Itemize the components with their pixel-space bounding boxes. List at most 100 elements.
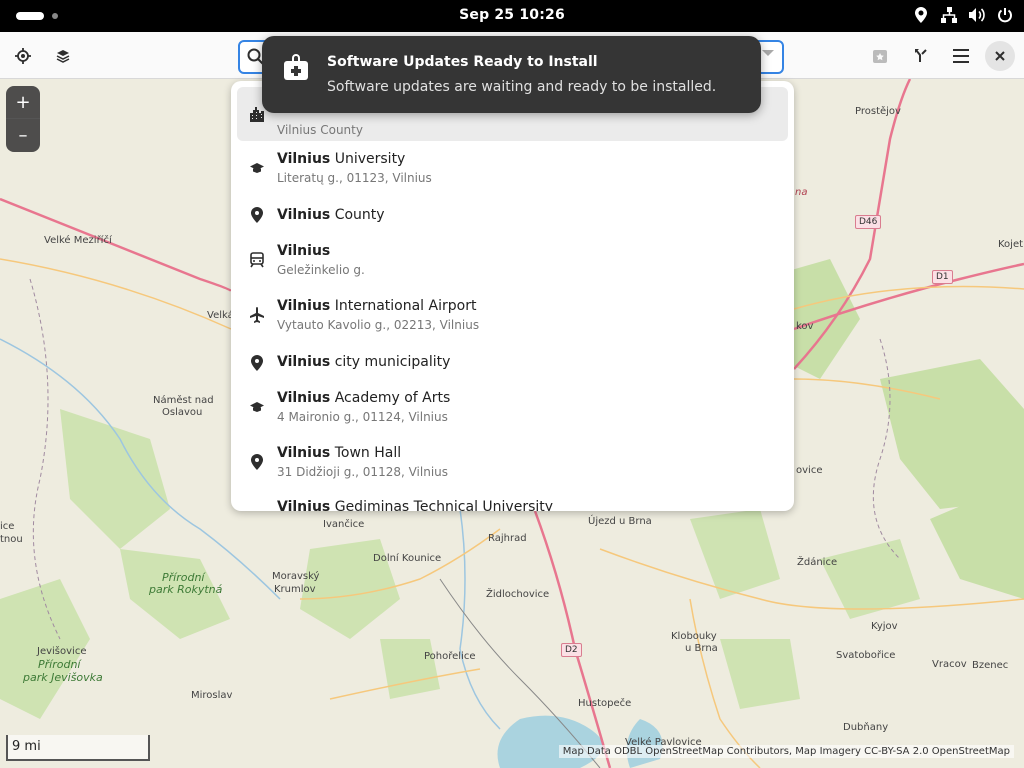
favorites-button[interactable] <box>864 40 896 72</box>
result-title-match: Vilnius <box>277 445 331 461</box>
layers-button[interactable] <box>47 40 79 72</box>
map-label: Újezd u Brna <box>588 516 652 527</box>
map-scale: 9 mi <box>6 735 150 761</box>
result-title: Academy of Arts <box>330 390 451 406</box>
result-subtitle: Vilnius County <box>277 123 363 137</box>
train-icon <box>249 252 265 268</box>
system-tray[interactable] <box>912 6 1014 24</box>
map-label: Náměst nad <box>153 395 214 406</box>
map-label: Pohořelice <box>424 651 476 662</box>
map-label: ovice <box>796 465 823 476</box>
map-label: tnou <box>0 534 23 545</box>
map-label: kov <box>796 321 814 332</box>
map-label: ice <box>0 521 15 532</box>
search-result-item[interactable]: Vilnius Geležinkelio g. <box>237 235 788 287</box>
result-title-match: Vilnius <box>277 298 331 314</box>
map-label: Ždánice <box>797 557 838 568</box>
place-icon <box>249 207 265 223</box>
result-title: International Airport <box>330 298 477 314</box>
result-subtitle: Vytauto Kavolio g., 02213, Vilnius <box>277 318 480 332</box>
map-label: park Jevišovka <box>23 671 103 684</box>
result-subtitle: 31 Didžioji g., 01128, Vilnius <box>277 465 449 479</box>
place-icon <box>249 454 265 470</box>
volume-icon <box>968 6 986 24</box>
result-title-match: Vilnius <box>277 207 331 223</box>
map-label: Prostějov <box>855 106 901 117</box>
result-title-match: Vilnius <box>277 151 331 167</box>
map-label: Velká <box>207 310 234 321</box>
notification-banner[interactable]: Software Updates Ready to Install Softwa… <box>262 36 761 113</box>
locate-icon <box>15 48 31 64</box>
notification-body: Software updates are waiting and ready t… <box>327 79 717 95</box>
road-sign: D2 <box>561 643 582 657</box>
road-sign: D46 <box>855 215 882 229</box>
result-subtitle: Literatų g., 01123, Vilnius <box>277 171 432 185</box>
power-icon <box>996 6 1014 24</box>
map-label: Oslavou <box>162 407 203 418</box>
zoom-controls: + – <box>6 86 40 152</box>
map-label: park Rokytná <box>149 583 223 596</box>
map-label: Klobouky <box>671 631 717 642</box>
result-title-match: Vilnius <box>277 243 331 259</box>
result-title: University <box>330 151 406 167</box>
road-sign: D1 <box>932 270 953 284</box>
search-result-item[interactable]: Vilnius International Airport Vytauto Ka… <box>237 290 788 342</box>
zoom-in-button[interactable]: + <box>6 86 40 119</box>
search-result-item[interactable]: Vilnius city municipality <box>237 345 788 381</box>
education-icon <box>249 494 265 510</box>
system-top-bar: Sep 25 10:26 <box>0 0 1024 32</box>
map-label: Dubňany <box>843 722 889 733</box>
result-title: Town Hall <box>330 445 402 461</box>
close-icon <box>995 51 1005 61</box>
location-icon <box>912 6 930 24</box>
map-label: Krumlov <box>274 584 316 595</box>
network-icon <box>940 6 958 24</box>
search-caret-icon <box>762 50 774 56</box>
search-result-item[interactable]: Vilnius County <box>237 197 788 233</box>
education-icon <box>249 160 265 176</box>
map-label: Kojet <box>998 239 1024 250</box>
favorites-icon <box>873 50 887 63</box>
map-label: Židlochovice <box>486 589 550 600</box>
result-title-match: Vilnius <box>277 354 331 370</box>
menu-icon <box>953 49 969 63</box>
result-subtitle: 4 Maironio g., 01124, Vilnius <box>277 410 448 424</box>
close-button[interactable] <box>985 41 1015 71</box>
map-label: Jevišovice <box>37 646 87 657</box>
city-icon <box>249 106 265 122</box>
notification-title: Software Updates Ready to Install <box>327 54 598 70</box>
education-icon <box>249 399 265 415</box>
map-label: Přírodní <box>38 658 81 671</box>
result-subtitle: Geležinkelio g. <box>277 263 365 277</box>
main-menu-button[interactable] <box>945 40 977 72</box>
airport-icon <box>249 307 265 323</box>
search-result-item[interactable]: Vilnius University Literatų g., 01123, V… <box>237 143 788 195</box>
clock[interactable]: Sep 25 10:26 <box>0 7 1024 23</box>
route-button[interactable] <box>905 40 937 72</box>
search-result-item[interactable]: Vilnius Town Hall 31 Didžioji g., 01128,… <box>237 437 788 489</box>
result-title-match: Vilnius <box>277 499 331 511</box>
map-label: Moravský <box>272 571 320 582</box>
map-label: Velké Meziříčí <box>44 235 112 246</box>
map-label: na <box>795 187 808 198</box>
route-icon <box>915 49 927 62</box>
result-title: city municipality <box>330 354 451 370</box>
map-label: Hustopeče <box>578 698 632 709</box>
map-label: Svatobořice <box>836 650 896 661</box>
map-label: Miroslav <box>191 690 233 701</box>
map-label: Rajhrad <box>488 533 527 544</box>
map-label: u Brna <box>685 643 718 654</box>
map-label: Vracov <box>932 659 967 670</box>
place-icon <box>249 355 265 371</box>
software-update-icon <box>282 54 310 86</box>
map-label: Dolní Kounice <box>373 553 442 564</box>
result-title: County <box>330 207 385 223</box>
result-title-match: Vilnius <box>277 390 331 406</box>
search-result-item[interactable]: Vilnius Academy of Arts 4 Maironio g., 0… <box>237 382 788 434</box>
map-label: Ivančice <box>323 519 365 530</box>
search-result-item[interactable]: Vilnius Gediminas Technical University <box>237 492 788 511</box>
locate-button[interactable] <box>7 40 39 72</box>
layers-icon <box>56 50 70 63</box>
result-title: Gediminas Technical University <box>330 499 554 511</box>
zoom-out-button[interactable]: – <box>6 119 40 152</box>
